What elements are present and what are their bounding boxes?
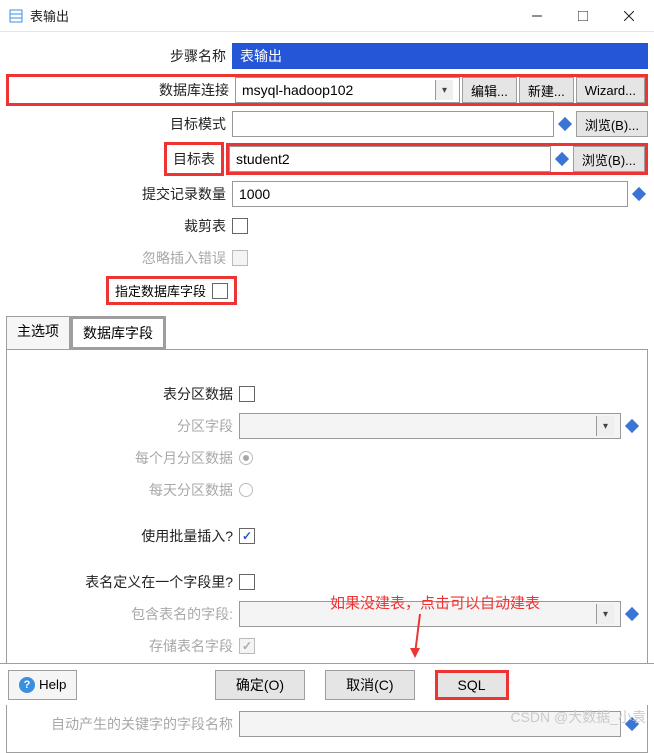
db-conn-label: 数据库连接 <box>9 80 235 100</box>
minimize-button[interactable] <box>514 0 560 32</box>
app-icon <box>8 8 24 24</box>
watermark: CSDN @大数据_小袁 <box>510 707 646 727</box>
annotation-text: 如果没建表，点击可以自动建表 <box>330 592 540 613</box>
dropdown-icon: ▾ <box>435 80 453 100</box>
target-table-label: 目标表 <box>164 142 224 176</box>
sql-button[interactable]: SQL <box>435 670 509 700</box>
tab-db-fields[interactable]: 数据库字段 <box>70 316 166 350</box>
store-tablename-checkbox: ✓ <box>239 638 255 654</box>
help-button[interactable]: ? Help <box>8 670 77 700</box>
row-target-schema: 目标模式 浏览(B)... <box>6 110 648 138</box>
target-schema-input[interactable] <box>232 111 554 137</box>
step-name-input[interactable] <box>232 43 648 69</box>
bottom-bar: ? Help 确定(O) 取消(C) SQL <box>0 663 654 705</box>
var-icon <box>558 117 572 131</box>
dropdown-icon: ▾ <box>596 416 614 436</box>
partition-field-select: ▾ <box>239 413 621 439</box>
var-icon <box>555 152 569 166</box>
browse-schema-button[interactable]: 浏览(B)... <box>576 111 648 137</box>
var-icon <box>625 419 639 433</box>
target-schema-label: 目标模式 <box>6 114 232 134</box>
browse-table-button[interactable]: 浏览(B)... <box>573 146 645 172</box>
partition-field-label: 分区字段 <box>13 416 239 436</box>
tab-main[interactable]: 主选项 <box>6 316 70 350</box>
specify-fields-label: 指定数据库字段 <box>115 281 206 300</box>
autokey-fieldname-label: 自动产生的关键字的字段名称 <box>13 714 239 734</box>
maximize-button[interactable] <box>560 0 606 32</box>
batch-insert-label: 使用批量插入? <box>13 526 239 546</box>
row-db-connection: 数据库连接 msyql-hadoop102 ▾ 编辑... 新建... Wiza… <box>6 74 648 106</box>
close-button[interactable] <box>606 0 652 32</box>
db-conn-select[interactable]: msyql-hadoop102 ▾ <box>235 77 460 103</box>
ignore-errors-checkbox <box>232 250 248 266</box>
db-conn-value: msyql-hadoop102 <box>242 82 353 98</box>
var-icon <box>625 607 639 621</box>
part-monthly-radio <box>239 451 253 465</box>
specify-fields-checkbox[interactable] <box>212 283 228 299</box>
tablename-field-label: 包含表名的字段: <box>13 604 239 624</box>
target-table-input[interactable] <box>229 146 551 172</box>
window-title: 表输出 <box>30 6 514 25</box>
part-daily-label: 每天分区数据 <box>13 480 239 500</box>
store-tablename-label: 存储表名字段 <box>13 636 239 656</box>
row-commit-size: 提交记录数量 <box>6 180 648 208</box>
commit-size-label: 提交记录数量 <box>6 184 232 204</box>
tablename-in-field-label: 表名定义在一个字段里? <box>13 572 239 592</box>
wizard-button[interactable]: Wizard... <box>576 77 645 103</box>
commit-size-input[interactable] <box>232 181 628 207</box>
row-specify-fields: 指定数据库字段 <box>6 276 648 305</box>
new-conn-button[interactable]: 新建... <box>519 77 574 103</box>
help-label: Help <box>39 677 66 692</box>
step-name-label: 步骤名称 <box>6 46 232 66</box>
annotation-arrow-icon <box>400 614 440 664</box>
truncate-checkbox[interactable] <box>232 218 248 234</box>
row-truncate: 裁剪表 <box>6 212 648 240</box>
ignore-errors-label: 忽略插入错误 <box>6 248 232 268</box>
truncate-label: 裁剪表 <box>6 216 232 236</box>
partition-data-label: 表分区数据 <box>13 384 239 404</box>
help-icon: ? <box>19 677 35 693</box>
partition-data-checkbox[interactable] <box>239 386 255 402</box>
cancel-button[interactable]: 取消(C) <box>325 670 414 700</box>
ok-button[interactable]: 确定(O) <box>215 670 305 700</box>
part-daily-radio <box>239 483 253 497</box>
title-bar: 表输出 <box>0 0 654 32</box>
row-step-name: 步骤名称 <box>6 42 648 70</box>
row-ignore-errors: 忽略插入错误 <box>6 244 648 272</box>
part-monthly-label: 每个月分区数据 <box>13 448 239 468</box>
dropdown-icon: ▾ <box>596 604 614 624</box>
var-icon <box>632 187 646 201</box>
edit-conn-button[interactable]: 编辑... <box>462 77 517 103</box>
tablename-in-field-checkbox[interactable] <box>239 574 255 590</box>
batch-insert-checkbox[interactable]: ✓ <box>239 528 255 544</box>
row-target-table: 目标表 浏览(B)... <box>6 142 648 176</box>
